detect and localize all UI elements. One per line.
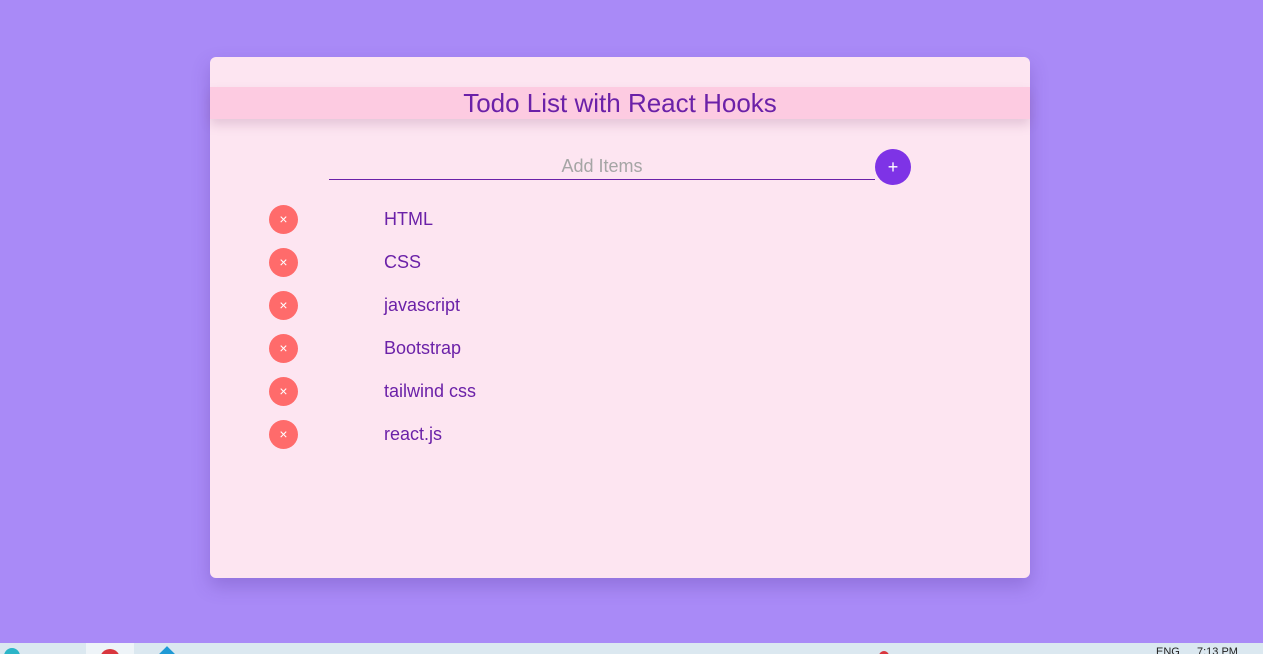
item-text: javascript: [384, 295, 461, 315]
editor-icon[interactable]: [157, 646, 177, 654]
delete-item-button[interactable]: ×: [269, 377, 298, 406]
delete-item-button[interactable]: ×: [269, 334, 298, 363]
item-text: tailwind css: [384, 381, 477, 401]
list-item: × javascript: [269, 291, 969, 334]
app-icon[interactable]: [4, 648, 20, 654]
delete-item-button[interactable]: ×: [269, 420, 298, 449]
add-item-form: +: [329, 149, 911, 185]
item-text: Bootstrap: [384, 338, 462, 358]
todo-list: × HTML × CSS × javascript × Bootstrap × …: [269, 205, 969, 463]
todo-card: Todo List with React Hooks + × HTML × CS…: [210, 57, 1030, 578]
clock[interactable]: 7:13 PM: [1197, 646, 1238, 654]
list-item: × Bootstrap: [269, 334, 969, 377]
os-taskbar: ENG 7:13 PM: [0, 643, 1263, 654]
delete-item-button[interactable]: ×: [269, 248, 298, 277]
page-title: Todo List with React Hooks: [463, 88, 777, 118]
language-indicator[interactable]: ENG: [1156, 646, 1180, 654]
list-item: × react.js: [269, 420, 969, 463]
item-text: HTML: [384, 209, 433, 229]
add-item-button[interactable]: +: [875, 149, 911, 185]
delete-item-button[interactable]: ×: [269, 291, 298, 320]
item-text: CSS: [384, 252, 422, 272]
list-item: × tailwind css: [269, 377, 969, 420]
add-item-input[interactable]: [329, 153, 875, 180]
delete-item-button[interactable]: ×: [269, 205, 298, 234]
item-text: react.js: [384, 424, 443, 444]
list-item: × CSS: [269, 248, 969, 291]
title-bar: Todo List with React Hooks: [210, 87, 1030, 119]
list-item: × HTML: [269, 205, 969, 248]
